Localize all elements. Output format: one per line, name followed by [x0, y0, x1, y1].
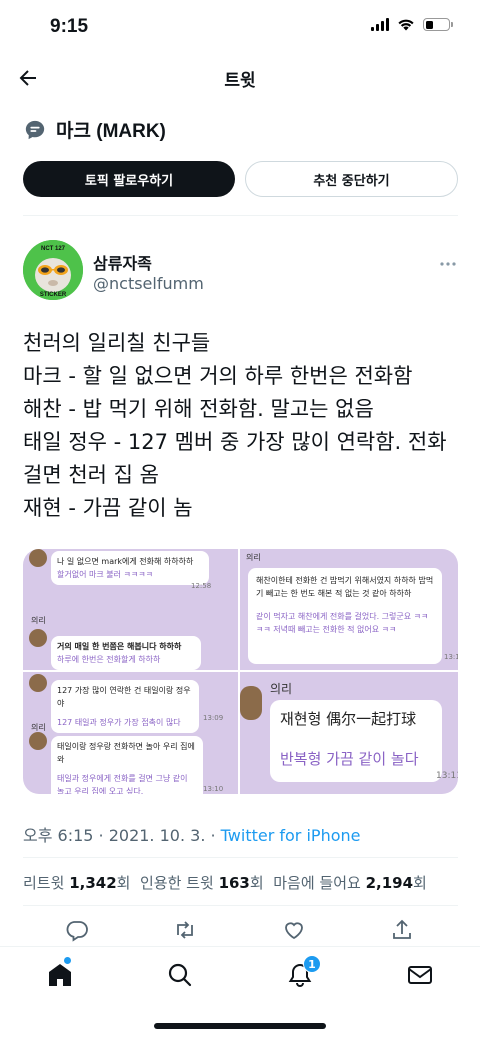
page-title: 트윗	[224, 71, 256, 90]
author-name[interactable]: 삼류자족	[93, 250, 152, 274]
status-icons	[371, 18, 453, 31]
quotes-label: 인용한 트윗	[140, 874, 214, 892]
notifications-badge: 1	[303, 955, 321, 973]
chat-bubble: 127 가장 많이 연락한 건 태일이랑 정우야 127 태일과 정우가 가장 …	[51, 680, 199, 733]
chat-avatar	[29, 674, 47, 692]
chat-line: 거의 매일 한 번쯤은 해봅니다 하하하	[57, 642, 182, 651]
chat-sender-name: 의리	[246, 553, 261, 562]
retweets-label: 리트윗	[23, 874, 65, 892]
chat-translation: 하루에 한번은 전화할게 하하하	[57, 655, 161, 664]
chat-avatar	[29, 629, 47, 647]
quotes-count: 163	[218, 874, 250, 892]
author-handle[interactable]: @nctselfumm	[93, 274, 204, 293]
chat-timestamp: 13:11	[436, 771, 458, 781]
tweet-author: NCT 127 STICKER 삼류자족 @nctselfumm	[23, 240, 458, 304]
retweets-unit: 회	[116, 874, 131, 892]
media-image-4[interactable]: 의리 재현형 偶尔一起打球 반복형 가끔 같이 놀다 13:11	[240, 672, 458, 794]
divider	[23, 857, 458, 858]
chat-timestamp: 13:09	[203, 714, 224, 722]
divider	[23, 215, 458, 216]
tweet-stats: 리트윗 1,342회 인용한 트윗 163회 마음에 들어요 2,194회	[23, 872, 463, 893]
chat-bubble: 거의 매일 한 번쯤은 해봅니다 하하하 하루에 한번은 전화할게 하하하	[51, 636, 201, 670]
chat-timestamp: 13:10	[203, 785, 224, 793]
topic-name: 마크 (MARK)	[56, 121, 166, 142]
search-icon[interactable]	[166, 961, 194, 989]
likes-count: 2,194	[365, 874, 414, 892]
chat-bubble: 태일이랑 정우랑 전화하면 놀아 우리 집에 와 태일과 정우에게 전화를 걸면…	[51, 736, 203, 794]
likes-unit: 회	[413, 874, 427, 892]
tweet-text: 천러의 일리칠 친구들 마크 - 할 일 없으면 거의 하루 한번은 전화함 해…	[23, 331, 447, 520]
topic-icon	[25, 120, 45, 139]
tweet-meta: 오후 6:15 · 2021. 10. 3. · Twitter for iPh…	[23, 822, 360, 846]
topic-row: 마크 (MARK)	[24, 116, 166, 143]
messages-icon[interactable]	[406, 961, 434, 989]
avatar-bottom-text: STICKER	[40, 292, 67, 298]
chat-sender-name: 의리	[31, 616, 46, 625]
retweets-stat[interactable]: 리트윗 1,342회	[23, 874, 130, 892]
likes-label: 마음에 들어요	[273, 874, 361, 892]
chat-timestamp: 12:58	[191, 582, 212, 590]
avatar-image: NCT 127 STICKER	[23, 240, 83, 300]
quotes-stat[interactable]: 인용한 트윗 163회	[140, 874, 264, 892]
nav-header: 트윗	[0, 54, 480, 102]
topic-buttons: 토픽 팔로우하기 추천 중단하기	[23, 161, 458, 197]
chat-translation: 태일과 정우에게 전화를 걸면 그냥 같이 놀고 우리 집에 오고 싶다.	[57, 774, 188, 794]
follow-topic-button[interactable]: 토픽 팔로우하기	[23, 161, 235, 197]
tweet-actions	[23, 918, 458, 948]
wifi-icon	[398, 19, 414, 31]
chat-bubble: 재현형 偶尔一起打球 반복형 가끔 같이 놀다	[270, 700, 442, 782]
chat-avatar	[240, 686, 262, 720]
chat-line: 127 가장 많이 연락한 건 태일이랑 정우야	[57, 686, 191, 708]
home-indicator	[154, 1023, 326, 1029]
chat-line: 나 일 없으면 mark에게 전화해 하하하하	[57, 557, 194, 566]
signal-icon	[371, 18, 389, 31]
tweet-media[interactable]: 나 일 없으면 mark에게 전화해 하하하하 할거없어 마크 불러 ㅋㅋㅋㅋ …	[23, 549, 458, 794]
chat-avatar	[29, 732, 47, 750]
home-unread-dot	[64, 957, 71, 964]
chat-avatar	[29, 549, 47, 567]
like-icon[interactable]	[282, 918, 306, 942]
divider	[23, 905, 458, 906]
chat-bubble: 나 일 없으면 mark에게 전화해 하하하하 할거없어 마크 불러 ㅋㅋㅋㅋ	[51, 551, 209, 585]
media-image-2[interactable]: 의리 해찬이한테 전화한 건 밥먹기 위해서였지 하하하 밥먹기 빼고는 한 번…	[240, 549, 458, 670]
avatar-top-text: NCT 127	[41, 246, 66, 252]
battery-icon	[423, 18, 453, 31]
retweet-icon[interactable]	[173, 918, 197, 942]
quotes-unit: 회	[249, 874, 264, 892]
chat-translation: 같이 먹자고 해찬에게 전화를 걸었다. 그렇군요 ㅋㅋㅋㅋ 저녁때 빼고는 전…	[256, 612, 429, 634]
chat-line: 태일이랑 정우랑 전화하면 놀아 우리 집에 와	[57, 742, 195, 764]
status-bar: 9:15	[0, 0, 480, 54]
status-time: 9:15	[50, 16, 89, 37]
chat-translation: 할거없어 마크 불러 ㅋㅋㅋㅋ	[57, 570, 153, 579]
reply-icon[interactable]	[65, 918, 89, 942]
home-icon[interactable]	[46, 961, 74, 989]
more-options-icon[interactable]	[438, 254, 458, 274]
likes-stat[interactable]: 마음에 들어요 2,194회	[273, 874, 427, 892]
stop-recommend-button[interactable]: 추천 중단하기	[245, 161, 458, 197]
media-image-3[interactable]: 127 가장 많이 연락한 건 태일이랑 정우야 127 태일과 정우가 가장 …	[23, 672, 238, 794]
chat-translation: 127 태일과 정우가 가장 접촉이 많다	[57, 718, 181, 727]
media-image-1[interactable]: 나 일 없으면 mark에게 전화해 하하하하 할거없어 마크 불러 ㅋㅋㅋㅋ …	[23, 549, 238, 670]
retweets-count: 1,342	[69, 874, 117, 892]
chat-sender-name: 의리	[270, 682, 293, 696]
chat-translation: 반복형 가끔 같이 놀다	[280, 750, 419, 768]
chat-line: 해찬이한테 전화한 건 밥먹기 위해서였지 하하하 밥먹기 빼고는 한 번도 해…	[256, 576, 434, 598]
chat-timestamp: 13:11	[444, 653, 458, 661]
chat-bubble: 해찬이한테 전화한 건 밥먹기 위해서였지 하하하 밥먹기 빼고는 한 번도 해…	[248, 568, 442, 664]
avatar[interactable]: NCT 127 STICKER	[23, 240, 83, 300]
tweet-source-link[interactable]: Twitter for iPhone	[221, 826, 361, 845]
tweet-time: 오후 6:15 · 2021. 10. 3. ·	[23, 826, 221, 845]
share-icon[interactable]	[390, 918, 414, 942]
chat-line: 재현형 偶尔一起打球	[280, 710, 417, 728]
